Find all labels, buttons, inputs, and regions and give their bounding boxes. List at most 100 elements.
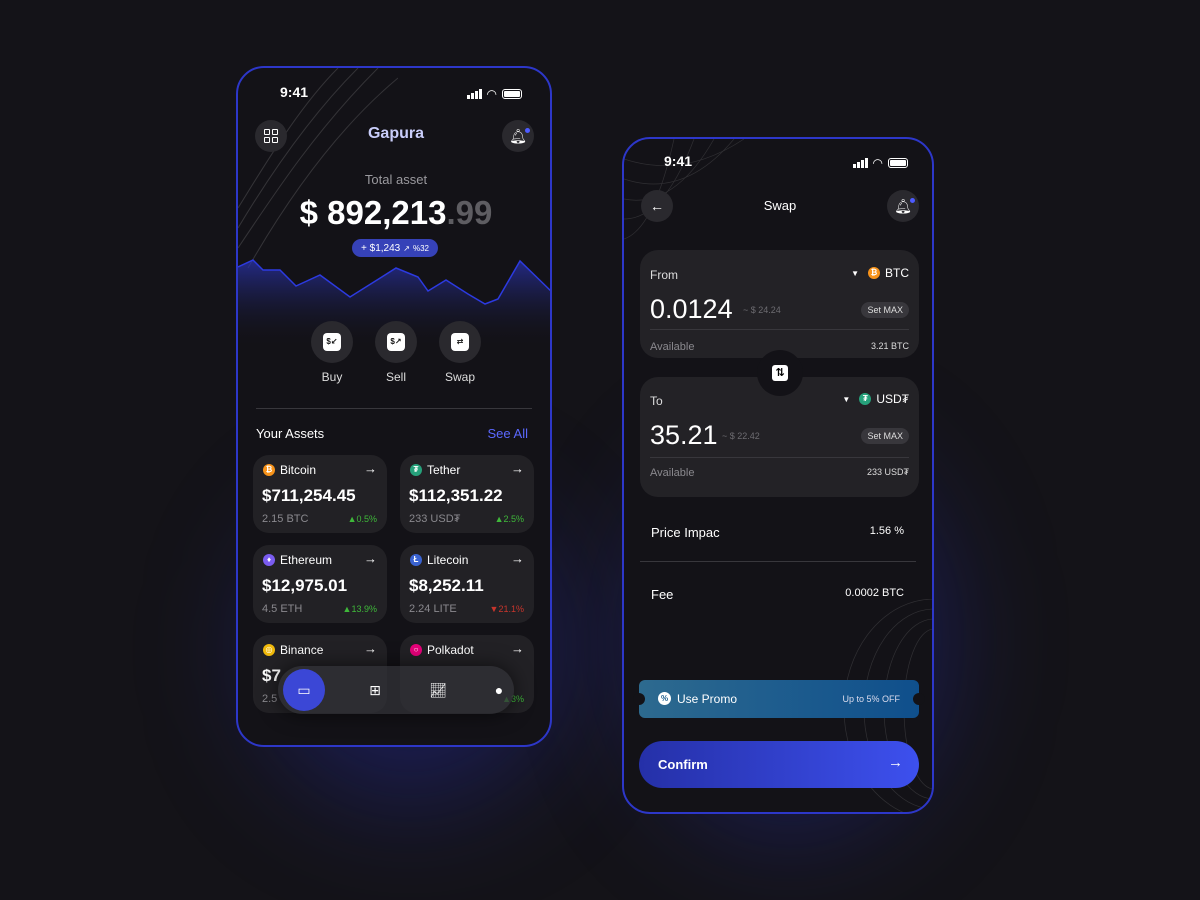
arrow-right-icon: → (511, 461, 524, 476)
asset-change-value: 21.1% (498, 604, 524, 614)
asset-value: $112,351.22 (409, 486, 503, 505)
asset-change: ▲0.5% (348, 514, 377, 524)
confirm-button[interactable]: Confirm → (639, 741, 919, 788)
divider (650, 329, 909, 330)
divider (256, 408, 532, 409)
sell-icon: $↗ (387, 333, 405, 351)
asset-amount: 233 USD₮ (409, 513, 461, 525)
fee-label: Fee (651, 587, 674, 602)
use-promo-button[interactable]: % Use Promo Up to 5% OFF (633, 680, 925, 718)
buy-icon: $↙ (323, 333, 341, 351)
home-screen: 9:41 ◠ Gapura 🔔︎ Total asset $ 892,213.9… (236, 66, 552, 747)
asset-amount: 4.5 ETH (262, 603, 303, 615)
swap-button[interactable]: ⇄ (439, 321, 481, 363)
asset-name: Tether (427, 463, 461, 477)
fee-value: 0.0002 BTC (845, 587, 904, 599)
to-set-max-button[interactable]: Set MAX (861, 428, 909, 444)
signal-icon (466, 89, 482, 99)
divider (640, 561, 916, 562)
divider (650, 457, 909, 458)
nav-profile[interactable]: ● (478, 669, 520, 711)
from-usd: ~ $ 24.24 (743, 305, 781, 315)
polkadot-icon: ○ (410, 644, 422, 656)
sell-button[interactable]: $↗ (375, 321, 417, 363)
from-available: 3.21 BTC (870, 341, 909, 351)
to-usd: ~ $ 22.42 (722, 431, 760, 441)
from-amount-input[interactable]: 0.0124 (650, 294, 733, 325)
chart-icon: 📈︎ (429, 681, 447, 698)
total-main: $ 892,213 (299, 194, 447, 231)
total-asset-label: Total asset (364, 172, 428, 187)
decorative-pattern (238, 68, 398, 268)
discount-icon: % (658, 692, 671, 705)
asset-card-tether[interactable]: ₮ Tether → $112,351.22 233 USD₮ ▲2.5% (400, 455, 534, 533)
price-impact-label: Price Impac (651, 525, 720, 540)
swap-icon: ⇄ (451, 333, 469, 351)
buy-label: Buy (321, 370, 343, 384)
arrow-right-icon: → (364, 461, 377, 476)
total-cents: .99 (446, 194, 493, 231)
signal-icon (852, 158, 868, 168)
tether-icon: ₮ (410, 464, 422, 476)
sell-label: Sell (385, 370, 406, 384)
notification-button[interactable]: 🔔︎ (887, 190, 919, 222)
confirm-label: Confirm (658, 757, 708, 772)
bell-icon: 🔔︎ (894, 197, 915, 215)
to-token: USD₮ (876, 392, 909, 406)
bitcoin-icon: ₿ (868, 267, 880, 279)
asset-value: $12,975.01 (262, 576, 348, 595)
from-token: BTC (885, 266, 909, 280)
promo-offer: Up to 5% OFF (842, 694, 900, 704)
battery-icon (502, 89, 522, 99)
bell-icon: 🔔︎ (509, 127, 530, 145)
swap-screen: 9:41 ◠ ← Swap 🔔︎ From ▼ ₿ BTC 0.0124 ~ $… (622, 137, 934, 814)
status-icons: ◠ (466, 87, 522, 101)
asset-change-value: 2.5% (503, 514, 524, 524)
swap-icon: ⇅ (772, 365, 788, 381)
wifi-icon: ◠ (872, 156, 883, 170)
nav-wallet[interactable]: ▭ (283, 669, 325, 711)
from-token-select[interactable]: ▼ ₿ BTC (851, 266, 909, 280)
nav-chart[interactable]: 📈︎ (417, 669, 459, 711)
asset-card-bitcoin[interactable]: ₿ Bitcoin → $711,254.45 2.15 BTC ▲0.5% (253, 455, 387, 533)
wallet-icon: ▭ (297, 681, 311, 698)
ethereum-icon: ♦ (263, 554, 275, 566)
asset-amount: 2.15 BTC (262, 513, 309, 525)
to-label: To (650, 394, 663, 408)
from-card: From ▼ ₿ BTC 0.0124 ~ $ 24.24 Set MAX Av… (640, 250, 919, 358)
asset-amount: 2.5 (262, 693, 278, 705)
asset-change-value: 13.9% (351, 604, 377, 614)
asset-value: $8,252.11 (409, 576, 484, 595)
wifi-icon: ◠ (486, 87, 497, 101)
to-token-select[interactable]: ▼ ₮ USD₮ (842, 392, 909, 406)
assets-title: Your Assets (256, 426, 325, 441)
promo-label: Use Promo (677, 692, 738, 706)
arrow-right-icon: → (364, 641, 377, 656)
see-all-link[interactable]: See All (488, 426, 528, 441)
binance-icon: ◎ (263, 644, 275, 656)
total-asset-value: $ 892,213.99 (238, 194, 550, 232)
status-time: 9:41 (280, 84, 309, 100)
battery-icon (888, 158, 908, 168)
price-impact-value: 1.56 % (869, 525, 904, 537)
litecoin-icon: Ł (410, 554, 422, 566)
arrow-right-icon: → (364, 551, 377, 566)
asset-card-ethereum[interactable]: ♦ Ethereum → $12,975.01 4.5 ETH ▲13.9% (253, 545, 387, 623)
asset-card-litecoin[interactable]: Ł Litecoin → $8,252.11 2.24 LITE ▼21.1% (400, 545, 534, 623)
to-amount-input[interactable]: 35.21 (650, 420, 718, 451)
from-available-label: Available (650, 341, 695, 353)
to-available-label: Available (650, 467, 695, 479)
from-set-max-button[interactable]: Set MAX (861, 302, 909, 318)
asset-name: Polkadot (427, 643, 474, 657)
buy-button[interactable]: $↙ (311, 321, 353, 363)
notification-button[interactable]: 🔔︎ (502, 120, 534, 152)
to-available: 233 USD₮ (866, 467, 909, 477)
swap-label: Swap (444, 370, 476, 384)
asset-name: Litecoin (427, 553, 469, 567)
caret-down-icon: ▼ (851, 268, 859, 278)
arrow-right-icon: → (511, 551, 524, 566)
swap-direction-button[interactable]: ⇅ (757, 350, 803, 396)
nav-add-card[interactable]: ⊞ (354, 669, 396, 711)
tether-icon: ₮ (859, 393, 872, 405)
profile-icon: ● (494, 682, 504, 698)
